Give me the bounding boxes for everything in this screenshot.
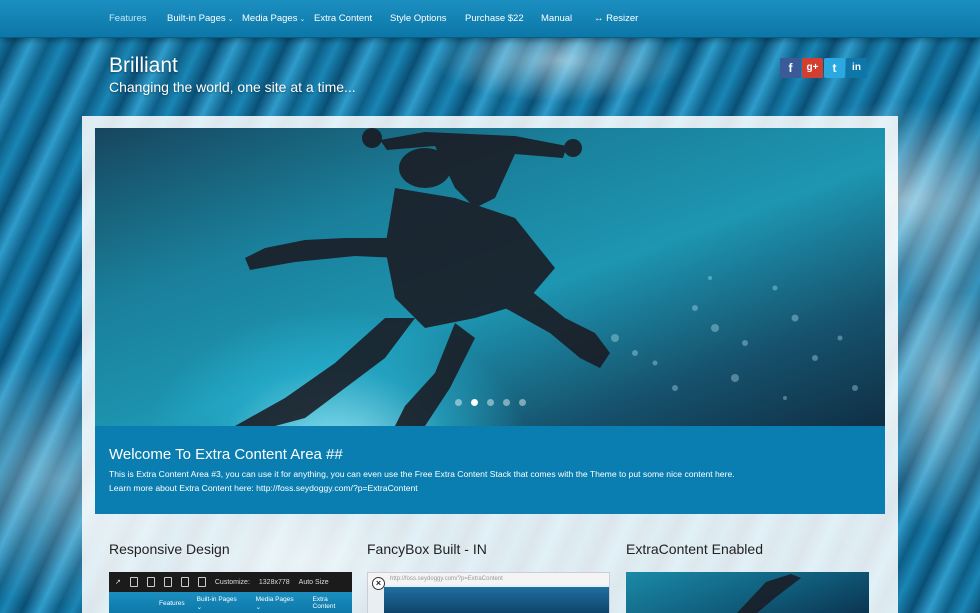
hero-slider[interactable] — [95, 128, 885, 426]
slider-dot[interactable] — [519, 399, 526, 406]
slider-dot-active[interactable] — [471, 399, 478, 406]
diver-silhouette-image — [235, 128, 858, 426]
expand-icon: ↗ — [115, 579, 121, 586]
responsive-design-thumbnail[interactable]: ↗ Customize: 1328x778 Auto Size Features… — [109, 572, 352, 613]
nav-item-label: Features — [109, 13, 147, 24]
nav-item-features[interactable]: Features — [109, 0, 147, 38]
fancybox-thumbnail[interactable]: × http://foss.seydoggy.com/?p=ExtraConte… — [367, 572, 610, 613]
nav-item-purchase[interactable]: Purchase $22 — [465, 0, 524, 38]
slider-dot[interactable] — [455, 399, 462, 406]
site-title[interactable]: Brilliant — [109, 54, 178, 78]
nav-item-label: Manual — [541, 13, 573, 24]
slider-dot[interactable] — [503, 399, 510, 406]
chevron-down-icon: ⌄ — [227, 16, 234, 23]
top-navigation: Features Built-in Pages ⌄ Media Pages ⌄ Ex… — [0, 0, 980, 38]
feature-title-extracontent: ExtraContent Enabled — [626, 541, 763, 557]
device-icon — [129, 577, 138, 587]
device-icon — [180, 577, 189, 587]
twitter-icon[interactable]: t — [824, 58, 845, 78]
feature-title-responsive: Responsive Design — [109, 541, 230, 557]
thumbnail-nav-item: Extra Content — [312, 596, 336, 610]
extra-content-area: Welcome To Extra Content Area ## This is… — [95, 426, 885, 514]
resizer-toolbar: ↗ Customize: 1328x778 Auto Size — [109, 572, 352, 592]
chevron-down-icon: ⌄ — [299, 16, 306, 23]
customize-label: Customize: — [214, 578, 250, 586]
nav-item-label: Built-in Pages — [167, 13, 226, 24]
size-readout: 1328x778 — [258, 578, 290, 586]
nav-item-label: ↔ Resizer — [594, 13, 639, 24]
facebook-icon[interactable]: f — [780, 58, 801, 78]
thumbnail-nav-item: Features — [159, 599, 185, 607]
nav-item-label: Media Pages — [242, 13, 298, 24]
linkedin-icon[interactable]: in — [846, 58, 867, 78]
fancybox-image — [384, 587, 609, 613]
extracontent-thumbnail[interactable] — [626, 572, 869, 613]
diver-thumbnail-image — [736, 574, 801, 613]
device-icon — [163, 577, 172, 587]
device-icon — [146, 577, 155, 587]
close-icon[interactable]: × — [372, 577, 385, 590]
feature-title-fancybox: FancyBox Built - IN — [367, 541, 487, 557]
extra-content-link-text[interactable]: Learn more about Extra Content here: htt… — [109, 481, 871, 495]
social-links: f g+ t in — [780, 58, 867, 78]
thumbnail-nav-item: Media Pages ⌄ — [255, 595, 294, 611]
thumbnail-url: http://foss.seydoggy.com/?p=ExtraContent — [368, 573, 609, 585]
slider-dot[interactable] — [487, 399, 494, 406]
extra-content-heading: Welcome To Extra Content Area ## — [109, 446, 343, 463]
nav-item-style-options[interactable]: Style Options — [390, 0, 447, 38]
site-tagline: Changing the world, one site at a time..… — [109, 79, 356, 95]
nav-item-label: Style Options — [390, 13, 447, 24]
nav-item-label: Purchase $22 — [465, 13, 524, 24]
google-plus-icon[interactable]: g+ — [802, 58, 823, 78]
thumbnail-nav-item: Built-in Pages ⌄ — [196, 595, 237, 611]
nav-item-resizer[interactable]: ↔ Resizer — [594, 0, 638, 38]
thumbnail-nav: Features Built-in Pages ⌄ Media Pages ⌄ … — [109, 592, 352, 613]
nav-item-manual[interactable]: Manual — [541, 0, 572, 38]
nav-item-label: Extra Content — [314, 13, 373, 24]
extra-content-text: This is Extra Content Area #3, you can u… — [109, 469, 735, 479]
nav-item-extra-content[interactable]: Extra Content — [314, 0, 372, 38]
device-icon — [197, 577, 206, 587]
auto-size-label: Auto Size — [298, 578, 329, 586]
slider-pagination — [455, 399, 526, 406]
nav-item-built-in-pages[interactable]: Built-in Pages ⌄ — [167, 0, 234, 38]
nav-item-media-pages[interactable]: Media Pages ⌄ — [242, 0, 305, 38]
